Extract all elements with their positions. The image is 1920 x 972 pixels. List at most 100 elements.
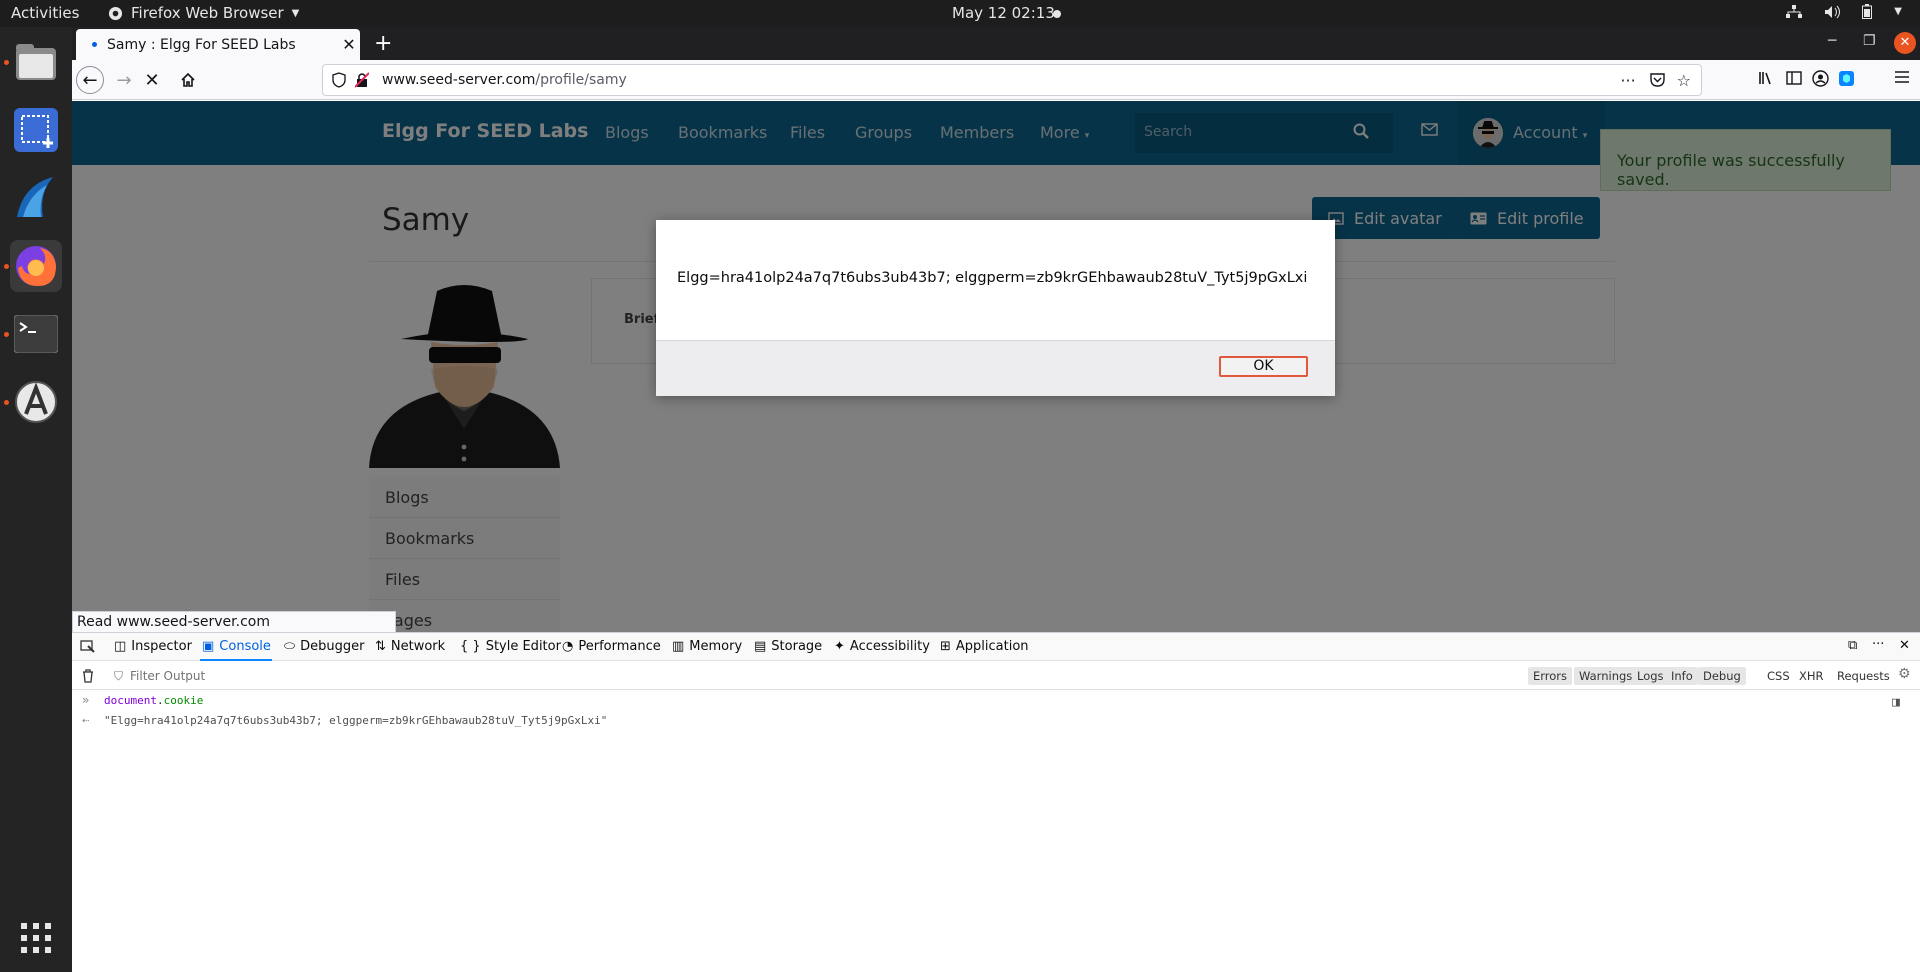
system-tray[interactable]: ▼ [1786,4,1902,19]
app-name: Firefox Web Browser [131,4,284,22]
running-indicator [4,332,9,337]
running-indicator [4,264,9,269]
terminal-launcher[interactable] [10,308,62,360]
software-launcher[interactable] [10,376,62,428]
new-tab-button[interactable]: + [374,31,392,56]
firefox-launcher[interactable] [10,240,62,292]
wireshark-fin-icon [17,177,53,217]
tab-storage[interactable]: ▤ Storage [754,639,822,654]
sidebar-icon[interactable] [1786,70,1802,86]
filter-warnings[interactable]: Warnings [1574,667,1638,685]
app-menu[interactable]: Firefox Web Browser ▼ [108,4,299,22]
tab-inspector[interactable]: ◫ Inspector [114,639,192,654]
tab-memory[interactable]: ▥ Memory [672,639,742,654]
devtools-panel: ◫ Inspector ▣ Console ⬭ Debugger ⇅ Network {… [72,632,1920,972]
pocket-icon[interactable] [1649,73,1665,87]
console-output[interactable]: » document.cookie ⇠ "Elgg=hra41olp24a7q7… [72,691,1920,731]
trash-icon[interactable] [82,669,94,683]
tab-debugger-label: Debugger [300,639,365,654]
loading-dot-icon [92,42,97,47]
filter-requests[interactable]: Requests [1832,667,1895,685]
database-icon: ▤ [754,639,767,654]
tab-memory-label: Memory [689,639,743,654]
firefox-icon [16,246,56,286]
page-actions-icon[interactable]: ··· [1620,71,1635,90]
battery-icon [1862,4,1873,19]
activities-button[interactable]: Activities [11,4,79,22]
tab-console-label: Console [219,639,271,654]
tab-inspector-label: Inspector [131,639,192,654]
hamburger-menu-icon[interactable] [1894,70,1910,84]
home-icon [181,72,195,87]
insecure-lock-icon [355,72,369,88]
chevron-down-icon: ▼ [291,7,300,19]
maximize-button[interactable]: ❐ [1863,33,1876,49]
tab-debugger[interactable]: ⬭ Debugger [284,639,364,654]
account-icon[interactable] [1812,70,1829,87]
volume-icon [1825,5,1841,18]
accessibility-icon: ✦ [834,639,845,654]
tab-performance[interactable]: ◔ Performance [562,639,661,654]
wireshark-launcher[interactable] [10,172,62,224]
devtools-more-icon[interactable]: ··· [1872,637,1884,652]
firefox-small-icon [108,6,123,20]
filter-output-input[interactable]: Filter Output [130,669,205,683]
network-arrows-icon: ⇅ [375,639,386,654]
alert-footer: OK [656,340,1335,396]
filter-icon: ⛉ [114,669,124,683]
console-filter-bar: ⛉ Filter Output Errors Warnings Logs Inf… [72,662,1920,690]
files-launcher[interactable] [10,36,62,88]
filter-errors[interactable]: Errors [1528,667,1573,685]
result-arrow-icon: ⇠ [82,713,90,727]
console-result-line: ⇠ "Elgg=hra41olp24a7q7t6ubs3ub43b7; elgg… [72,711,1920,731]
tab-network[interactable]: ⇅ Network [375,639,445,654]
running-indicator [4,60,9,65]
alert-message: Elgg=hra41olp24a7q7t6ubs3ub43b7; elggper… [677,270,1308,286]
console-input-object: document [104,694,157,707]
tab-application[interactable]: ⊞ Application [940,639,1029,654]
software-center-icon [15,381,57,423]
devtools-toolbar: ◫ Inspector ▣ Console ⬭ Debugger ⇅ Network {… [72,633,1920,661]
navigation-toolbar: ← → ✕ www.seed-server.com/profile/samy ·… [72,60,1920,100]
bookmark-star-icon[interactable]: ☆ [1677,71,1691,90]
show-applications-button[interactable] [10,912,62,964]
window-close-button[interactable]: ✕ [1894,32,1916,54]
close-tab-icon[interactable]: ✕ [338,35,360,54]
console-icon: ▣ [202,639,215,654]
filter-debug[interactable]: Debug [1698,667,1746,685]
url-bar[interactable]: www.seed-server.com/profile/samy ··· ☆ [322,64,1702,96]
tab-accessibility-label: Accessibility [849,639,930,654]
screenshot-launcher[interactable] [10,104,62,156]
tab-samy-profile[interactable]: Samy : Elgg For SEED Labs ✕ [76,29,360,60]
filter-css[interactable]: CSS [1762,667,1795,685]
alert-ok-button[interactable]: OK [1219,356,1308,377]
terminal-icon [14,315,58,353]
gauge-icon: ◔ [562,639,574,654]
home-button[interactable] [174,66,202,94]
tab-style-editor[interactable]: { } Style Editor [460,639,561,654]
page-viewport: Elgg For SEED Labs Blogs Bookmarks Files… [72,101,1920,632]
close-devtools-icon[interactable]: ✕ [1899,638,1910,653]
back-button[interactable]: ← [76,66,104,94]
clock[interactable]: May 12 02:13 [952,4,1055,22]
element-picker-icon[interactable] [80,640,95,654]
filter-logs[interactable]: Logs [1632,667,1669,685]
extension-icon[interactable] [1838,70,1855,87]
running-indicator [4,400,9,405]
library-icon[interactable] [1758,70,1774,86]
split-console-icon[interactable]: ◨ [1892,695,1900,710]
console-input-property: cookie [163,694,204,707]
tab-accessibility[interactable]: ✦ Accessibility [834,639,930,654]
tab-console[interactable]: ▣ Console [202,639,271,654]
filter-xhr[interactable]: XHR [1794,667,1829,685]
inspector-icon: ◫ [114,639,127,654]
stop-button[interactable]: ✕ [138,66,166,94]
console-result-value: "Elgg=hra41olp24a7q7t6ubs3ub43b7; elggpe… [104,714,608,727]
forward-button[interactable]: → [110,66,138,94]
filter-info[interactable]: Info [1666,667,1698,685]
grid-icon: ⊞ [940,639,951,654]
console-settings-gear-icon[interactable]: ⚙ [1898,666,1911,682]
minimize-button[interactable]: ─ [1828,33,1836,49]
dock-side-icon[interactable]: ⧉ [1848,638,1857,653]
tab-storage-label: Storage [771,639,823,654]
